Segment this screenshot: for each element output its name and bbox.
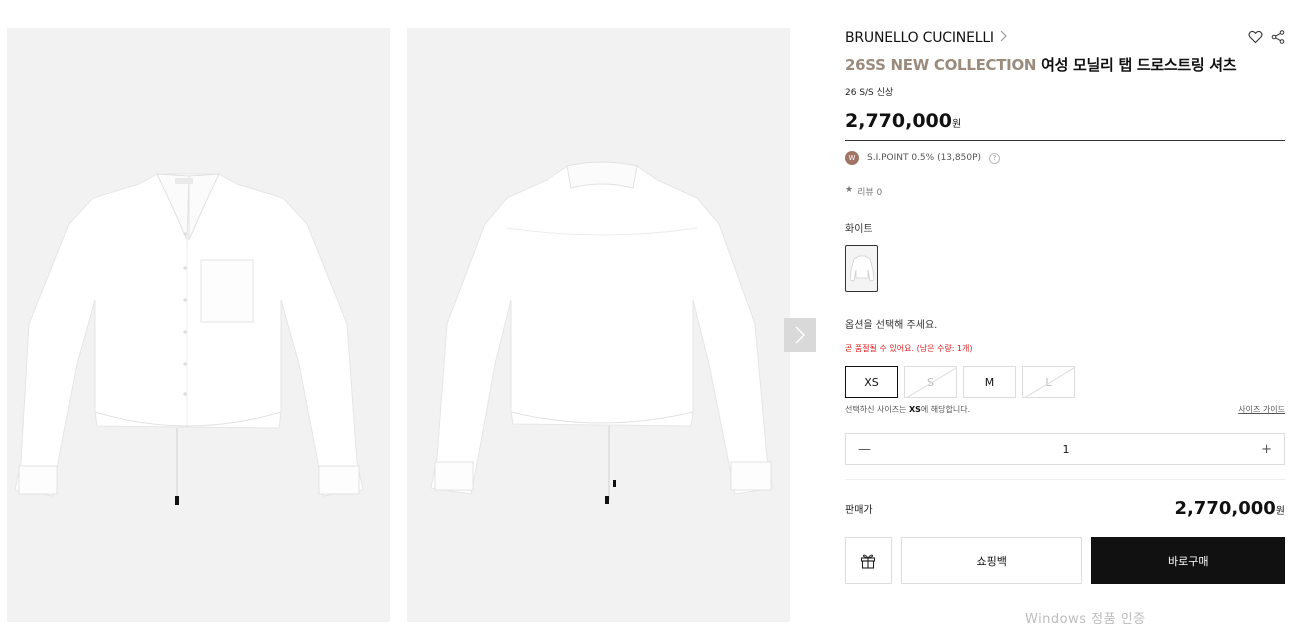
brand-row: BRUNELLO CUCINELLI [845,28,1285,48]
heart-icon[interactable] [1248,29,1263,48]
buy-now-button[interactable]: 바로구매 [1091,537,1285,584]
color-swatch-white[interactable] [845,245,878,292]
color-label: 화이트 [845,224,873,235]
product-title: 26SS NEW COLLECTION 여성 모닐리 탭 드로스트링 셔츠 [845,54,1285,75]
brand-link[interactable]: BRUNELLO CUCINELLI [845,30,1007,46]
gallery-next-button[interactable] [784,318,816,352]
total-price-row: 판매가 2,770,000원 [845,479,1285,519]
help-icon[interactable]: ? [989,152,1001,164]
quantity-decrease-button[interactable]: — [858,442,871,457]
chevron-right-icon [1000,30,1007,46]
total-label: 판매가 [845,505,873,516]
total-price-value: 2,770,000 [1174,498,1276,519]
brand-name[interactable]: BRUNELLO CUCINELLI [845,30,994,46]
size-option-m[interactable]: M [963,366,1016,398]
shopping-bag-button[interactable]: 쇼핑백 [900,537,1083,584]
point-info: W S.I.POINT 0.5% (13,850P) ? [845,151,1285,165]
size-note-post: 에 해당합니다. [920,405,971,414]
size-note-row: 선택하신 사이즈는 XS에 해당합니다. 사이즈 가이드 [845,404,1285,415]
collection-label: 26SS NEW COLLECTION [845,56,1037,74]
header-actions [1248,29,1285,48]
purchase-actions: 쇼핑백 바로구매 [845,537,1285,584]
size-note-pre: 선택하신 사이즈는 [845,405,909,414]
point-badge-icon: W [845,151,859,165]
quantity-value[interactable]: 1 [1063,443,1070,456]
gift-icon [861,554,876,569]
option-prompt: 옵션을 선택해 주세요. [845,320,938,331]
quantity-increase-button[interactable]: + [1261,442,1272,457]
total-price: 2,770,000원 [1174,498,1285,519]
size-note: 선택하신 사이즈는 XS에 해당합니다. [845,404,970,415]
size-note-value: XS [908,405,921,414]
season-tags: 26 S/S 신상 [845,88,894,98]
size-option-l[interactable]: L [1022,366,1075,398]
product-info-panel: BRUNELLO CUCINELLI 26SS NEW COLLECTION 여… [845,28,1285,584]
gift-button[interactable] [845,537,892,584]
shirt-thumbnail-icon [849,255,874,281]
star-icon: ★ [845,185,854,195]
shirt-back-illustration [430,161,774,504]
product-price: 2,770,000원 [845,110,1285,141]
review-count: 리뷰 0 [857,188,883,198]
windows-activation-watermark: Windows 정품 인증 [1025,612,1146,627]
shirt-front-illustration [14,173,364,505]
product-name: 여성 모닐리 탭 드로스트링 셔츠 [1041,56,1237,74]
size-options: XS S M L [845,366,1285,398]
share-icon[interactable] [1271,29,1285,48]
point-text: S.I.POINT 0.5% (13,850P) [867,153,982,163]
size-option-s[interactable]: S [904,366,957,398]
price-currency: 원 [951,119,962,130]
price-value: 2,770,000 [845,110,952,132]
size-guide-link[interactable]: 사이즈 가이드 [1238,404,1285,415]
product-image-back[interactable] [407,28,790,622]
total-price-currency: 원 [1275,506,1285,517]
chevron-right-icon [795,326,805,344]
review-summary[interactable]: ★ 리뷰 0 [845,185,1285,198]
stock-warning: 곧 품절될 수 있어요. (남은 수량: 1개) [845,344,973,353]
product-image-front[interactable] [7,28,390,622]
quantity-stepper: — 1 + [845,433,1285,465]
size-option-xs[interactable]: XS [845,366,898,398]
